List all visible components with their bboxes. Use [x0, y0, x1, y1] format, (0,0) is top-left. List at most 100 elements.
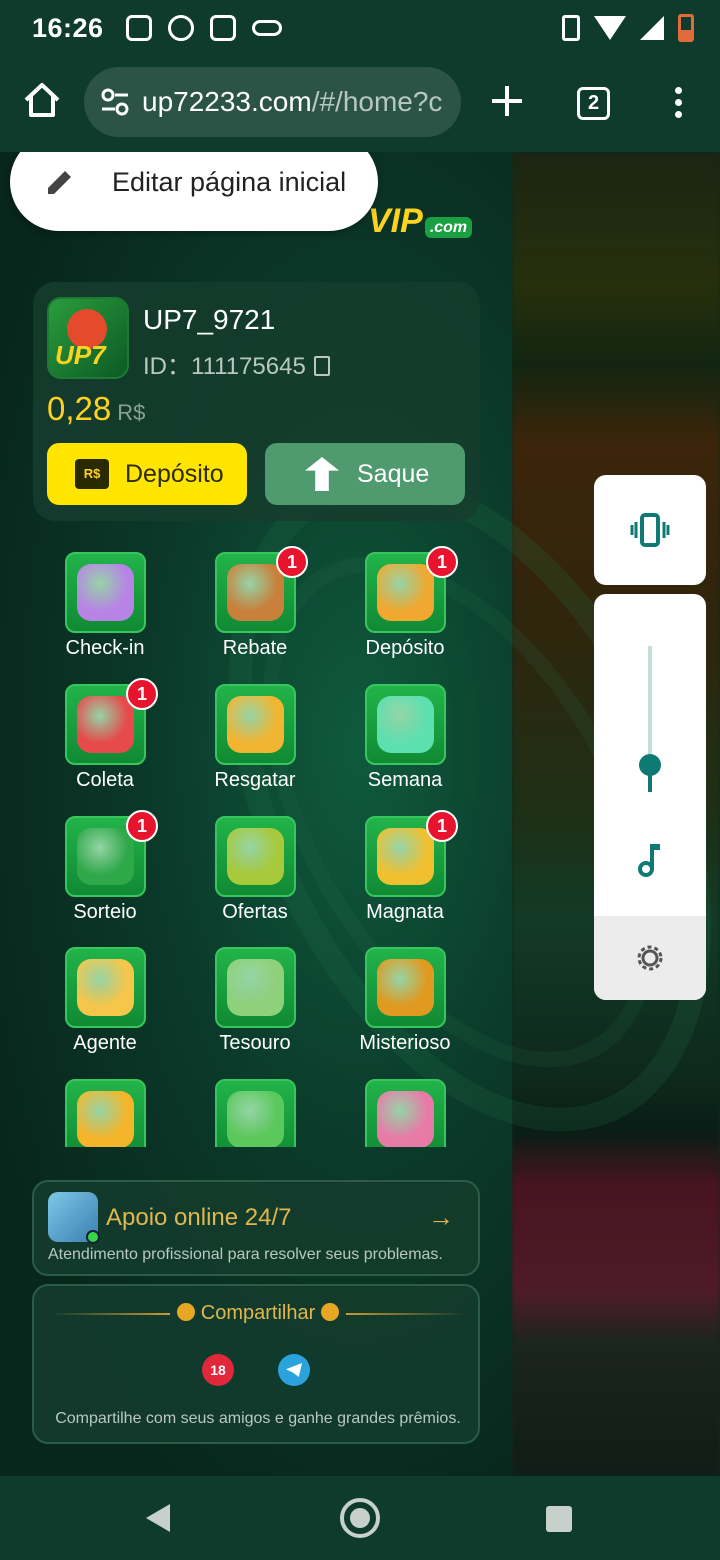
menu-tile[interactable]: 1 Depósito [330, 546, 480, 672]
ticket-icon [377, 1091, 434, 1147]
tab-switcher-button[interactable]: 2 [577, 87, 610, 120]
crown-ball-icon [377, 828, 434, 885]
menu-tile[interactable]: 1 Rebate [180, 546, 330, 672]
music-note-icon [638, 844, 660, 877]
coin-hand-icon [227, 696, 284, 753]
wheel-icon [77, 828, 134, 885]
money-hand-icon [77, 696, 134, 753]
menu-tile[interactable]: 1 Sorteio [30, 810, 180, 936]
copy-icon[interactable] [313, 356, 330, 376]
notification-badge: 1 [426, 546, 458, 578]
gear-icon [637, 945, 663, 971]
menu-tile[interactable]: Resgatar [180, 684, 330, 804]
overflow-menu-icon[interactable] [668, 84, 688, 124]
menu-tile[interactable]: Ofertas [180, 816, 330, 936]
notification-badge: 1 [276, 546, 308, 578]
balance: 0,28 R$ [47, 390, 146, 427]
volume-slider-handle[interactable] [639, 754, 661, 776]
vibrate-icon [630, 513, 670, 547]
signal-icon [640, 16, 664, 40]
menu-tile-label: Coleta [76, 769, 134, 791]
calendar-icon [77, 564, 134, 621]
menu-tile[interactable]: Misterioso [330, 947, 480, 1067]
wifi-icon [594, 16, 626, 40]
gift-pig-icon [227, 828, 284, 885]
piggy-bank-icon [377, 564, 434, 621]
home-icon[interactable] [22, 80, 62, 120]
notification-icons [125, 15, 282, 41]
menu-tile-label: Sorteio [73, 901, 137, 923]
age-18-icon: 18 [202, 1354, 234, 1386]
wallet-icon: R$ [75, 459, 109, 489]
support-title: Apoio online 24/7 [106, 1204, 292, 1231]
back-icon[interactable] [146, 1504, 170, 1532]
side-drawer: VIP .com UP7 UP7_9721 ID：111175645 0,28 R$… [0, 152, 720, 1476]
menu-tile-label: Semana [367, 769, 443, 791]
vibrate-icon [562, 15, 580, 41]
support-agent-avatar [48, 1192, 100, 1244]
user-card: UP7 UP7_9721 ID：111175645 0,28 R$ R$ Depó… [33, 282, 480, 521]
menu-tile[interactable] [180, 1079, 330, 1147]
system-nav-bar [0, 1476, 720, 1560]
volume-panel [594, 594, 706, 1000]
withdraw-icon [305, 457, 339, 491]
heart-icon [377, 696, 434, 753]
browser-toolbar: up72233.com/#/home?c 2 [0, 56, 720, 152]
menu-tile[interactable] [330, 1079, 480, 1147]
menu-tile[interactable]: 1 Coleta [30, 678, 180, 804]
menu-tile[interactable]: 1 Magnata [330, 810, 480, 936]
sound-settings-button[interactable] [594, 916, 706, 1000]
menu-tile[interactable]: Tesouro [180, 947, 330, 1067]
avatar[interactable]: UP7 [47, 297, 129, 379]
address-bar[interactable]: up72233.com/#/home?c [84, 67, 461, 137]
notification-badge: 1 [426, 810, 458, 842]
share-telegram-button[interactable] [270, 1346, 318, 1394]
share-subtitle: Compartilhe com seus amigos e ganhe gran… [55, 1410, 461, 1427]
withdraw-button[interactable]: Saque [265, 443, 465, 505]
percent-icon [227, 1091, 284, 1147]
voicemail-notification-icon [251, 20, 282, 36]
user-id: ID：111175645 [143, 346, 330, 381]
telegram-icon [278, 1354, 310, 1386]
notification-badge: 1 [126, 678, 158, 710]
menu-tile-label: Misterioso [359, 1032, 451, 1054]
coin-icon [176, 1303, 195, 1321]
share-card: Compartilhar 18 Compartilhe com seus ami… [32, 1284, 480, 1444]
menu-tile-label: Check-in [65, 637, 145, 659]
menu-tile[interactable] [30, 1079, 180, 1147]
support-card[interactable]: Apoio online 24/7 → Atendimento profissi… [32, 1180, 480, 1276]
share-18-button[interactable]: 18 [194, 1346, 242, 1394]
status-time: 16:26 [32, 12, 104, 43]
menu-tile-label: Depósito [365, 637, 445, 659]
system-icons [562, 14, 694, 42]
menu-tile-label: Resgatar [214, 769, 296, 791]
menu-tile-label: Rebate [222, 637, 288, 659]
menu-tile[interactable]: Agente [30, 947, 180, 1067]
edit-homepage-label: Editar página inicial [112, 166, 347, 197]
username: UP7_9721 [143, 304, 276, 335]
battery-icon [678, 14, 694, 42]
compass-icon [227, 564, 284, 621]
vip-crown-icon [77, 1091, 134, 1147]
home-nav-icon[interactable] [340, 1498, 380, 1538]
edit-homepage-popup[interactable]: Editar página inicial [10, 152, 378, 231]
chest-icon [227, 959, 284, 1016]
url-text: up72233.com/#/home?c [142, 86, 443, 117]
whatsapp-notification-icon [167, 15, 194, 41]
vibrate-mode-button[interactable] [594, 475, 706, 585]
coin-icon [321, 1303, 340, 1321]
gold-bars-icon [77, 959, 134, 1016]
mystery-coin-icon [377, 959, 434, 1016]
site-settings-icon[interactable] [100, 88, 130, 116]
deposit-button[interactable]: R$ Depósito [47, 443, 247, 505]
recents-icon[interactable] [546, 1506, 572, 1532]
new-tab-icon[interactable] [488, 82, 526, 120]
menu-tile[interactable]: Check-in [30, 552, 180, 672]
menu-tile-label: Ofertas [222, 901, 288, 923]
support-subtitle: Atendimento profissional para resolver s… [48, 1246, 443, 1263]
notification-badge: 1 [126, 810, 158, 842]
site-logo: VIP .com [368, 202, 473, 241]
status-bar: 16:26 [0, 0, 720, 56]
share-title: Compartilhar [34, 1302, 482, 1325]
menu-tile[interactable]: Semana [330, 684, 480, 804]
